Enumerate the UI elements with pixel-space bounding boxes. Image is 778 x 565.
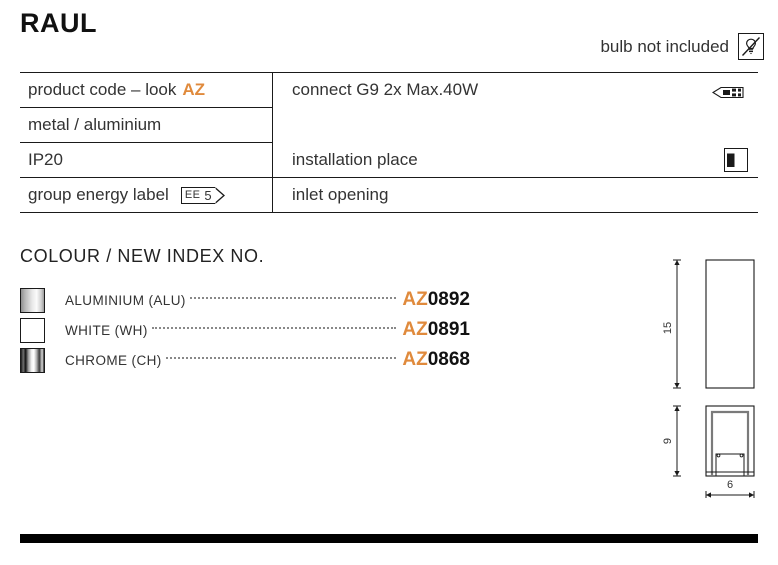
ee-badge-prefix: EE (184, 189, 201, 201)
spec-row-energy-label: group energy label EE 5 (20, 178, 272, 213)
chrome-swatch (20, 347, 45, 373)
spec-row-connect: connect G9 2x Max.40W (272, 73, 758, 143)
wall-mount-icon (724, 148, 748, 172)
ee-badge-arrow-icon (214, 186, 225, 204)
spec-label-product-code: product code – look (28, 80, 177, 99)
dimension-label-height-9: 9 (662, 438, 674, 444)
leader-dots (165, 356, 397, 359)
spec-label-connect: connect G9 2x Max.40W (292, 80, 479, 99)
colour-code-chrome: AZ0868 (402, 349, 470, 371)
colour-item-aluminium[interactable]: ALUMINIUM (ALU) AZ0892 (20, 285, 470, 315)
bulb-note-label: bulb not included (600, 36, 729, 56)
spec-row-ip-rating: IP20 (20, 143, 272, 178)
code-prefix: AZ (402, 289, 428, 310)
page-title: RAUL (20, 8, 97, 38)
code-number: 0891 (427, 319, 470, 340)
leader-dots (189, 296, 397, 299)
spec-label-ip-rating: IP20 (28, 150, 63, 169)
table-column-divider (272, 73, 274, 213)
bulb-crossed-out-icon (738, 33, 764, 60)
spec-label-material: metal / aluminium (28, 115, 162, 134)
leader-dots (151, 326, 397, 329)
product-code-accent: AZ (182, 80, 206, 99)
code-prefix: AZ (402, 349, 428, 370)
energy-efficiency-badge: EE 5 (180, 186, 225, 204)
colour-code-white: AZ0891 (402, 319, 470, 341)
dimension-label-height-15: 15 (662, 322, 674, 334)
colour-index-section: COLOUR / NEW INDEX NO. ALUMINIUM (ALU) A… (20, 246, 470, 375)
code-number: 0892 (427, 289, 470, 310)
dimension-line-height-9 (673, 405, 681, 477)
g9-capsule-bulb-icon (711, 84, 748, 104)
aluminium-swatch (20, 287, 45, 313)
footer-bar (20, 534, 758, 543)
colour-code-aluminium: AZ0892 (402, 289, 470, 311)
spec-row-installation-place: installation place (272, 143, 758, 178)
dimension-line-width-6 (705, 491, 755, 498)
code-number: 0868 (427, 349, 470, 370)
specification-table: product code – look AZ connect G9 2x Max… (20, 72, 758, 213)
bulb-not-included-note: bulb not included (600, 33, 764, 60)
spec-row-material: metal / aluminium (20, 108, 272, 143)
spec-row-inlet-opening: inlet opening (272, 178, 758, 213)
ee-badge-value: 5 (204, 187, 212, 203)
spec-label-energy-label: group energy label (28, 185, 169, 204)
dimension-line-height-15 (673, 259, 681, 389)
drawing-body-section-view (705, 405, 755, 477)
technical-drawing: 15 9 6 (660, 248, 770, 498)
spec-label-installation-place: installation place (292, 150, 418, 169)
colour-section-heading: COLOUR / NEW INDEX NO. (20, 246, 265, 266)
colour-name-white: WHITE (WH) (65, 322, 148, 338)
drawing-body-front-view (705, 259, 755, 389)
colour-item-chrome[interactable]: CHROME (CH) AZ0868 (20, 345, 470, 375)
colour-name-aluminium: ALUMINIUM (ALU) (65, 292, 186, 308)
colour-item-white[interactable]: WHITE (WH) AZ0891 (20, 315, 470, 345)
spec-row-product-code: product code – look AZ (20, 73, 272, 108)
dimension-label-width-6: 6 (727, 479, 733, 491)
code-prefix: AZ (402, 319, 428, 340)
white-swatch (20, 317, 45, 343)
spec-label-inlet-opening: inlet opening (292, 185, 389, 204)
colour-name-chrome: CHROME (CH) (65, 352, 162, 368)
